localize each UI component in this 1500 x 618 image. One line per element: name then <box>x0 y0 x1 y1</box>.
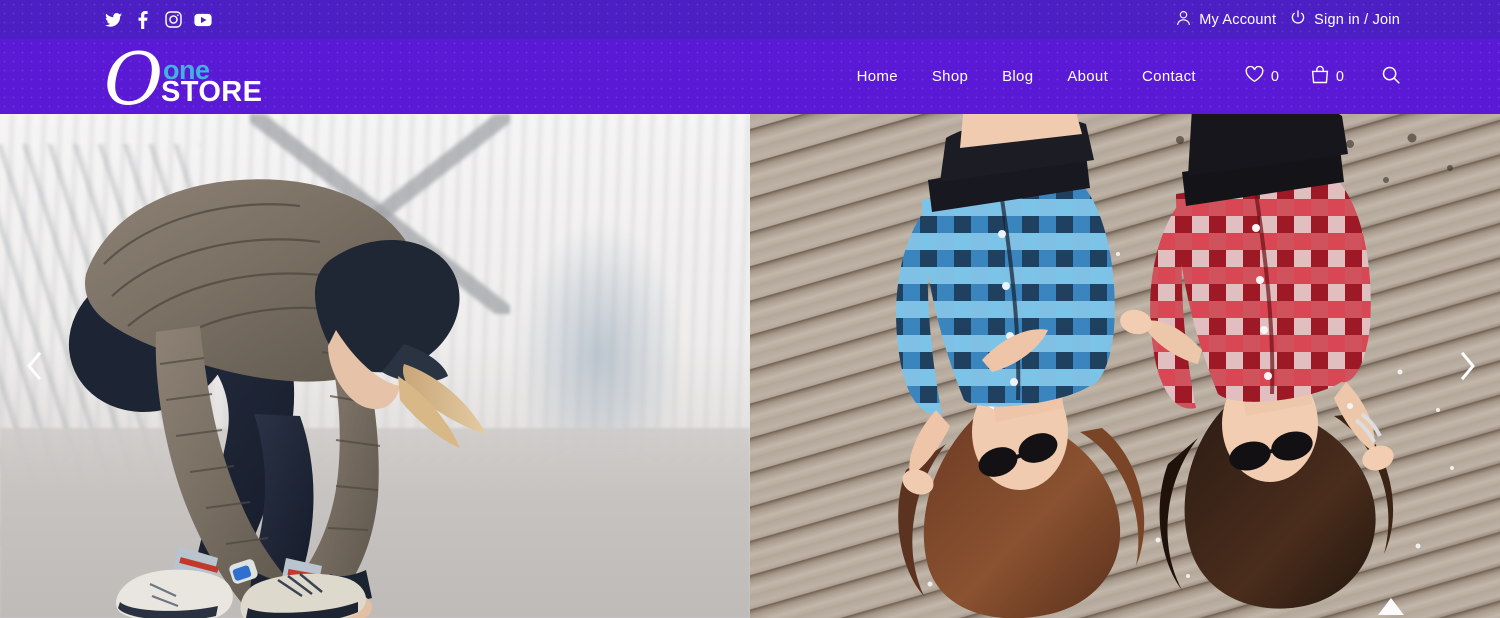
nav-link-home[interactable]: Home <box>857 68 898 85</box>
top-bar-right: My Account Sign in / Join <box>1176 10 1400 30</box>
nav-item-shop[interactable]: Shop <box>915 68 985 86</box>
site-header: O one STORE Home Shop Blog About Contact… <box>0 39 1500 115</box>
nav-item-blog[interactable]: Blog <box>985 68 1050 86</box>
social-links <box>104 10 212 29</box>
heart-icon <box>1245 65 1264 87</box>
main-navigation: Home Shop Blog About Contact 0 0 <box>840 65 1500 88</box>
my-account-label: My Account <box>1199 11 1277 28</box>
nav-item-home[interactable]: Home <box>840 68 915 86</box>
search-icon <box>1382 66 1400 88</box>
hero-slider <box>0 114 1500 618</box>
instagram-icon[interactable] <box>164 11 182 29</box>
nav-link-blog[interactable]: Blog <box>1002 68 1033 85</box>
two-women-figures <box>896 114 1394 618</box>
slider-next-button[interactable] <box>1448 346 1488 386</box>
nav-item-contact[interactable]: Contact <box>1125 68 1213 86</box>
wishlist-button[interactable]: 0 <box>1229 65 1295 87</box>
shopping-bag-icon <box>1311 65 1329 88</box>
search-button[interactable] <box>1360 66 1400 88</box>
youtube-icon[interactable] <box>194 11 212 29</box>
logo-script-mark: O <box>104 36 163 121</box>
nav-link-about[interactable]: About <box>1067 68 1108 85</box>
user-icon <box>1176 10 1191 30</box>
slide-runner[interactable] <box>0 114 750 618</box>
nav-item-about[interactable]: About <box>1050 68 1125 86</box>
facebook-icon[interactable] <box>134 10 152 29</box>
sign-in-join-link[interactable]: Sign in / Join <box>1291 10 1400 29</box>
site-logo[interactable]: O one STORE <box>104 43 262 115</box>
nav-link-shop[interactable]: Shop <box>932 68 968 85</box>
triangle-up-icon[interactable] <box>1378 598 1404 615</box>
storefront-page: My Account Sign in / Join O one STORE Ho… <box>0 0 1500 618</box>
nav-link-contact[interactable]: Contact <box>1142 68 1196 85</box>
top-bar: My Account Sign in / Join <box>0 0 1500 39</box>
wishlist-count: 0 <box>1270 68 1279 85</box>
logo-main-word: STORE <box>161 75 263 108</box>
slide-friends[interactable] <box>750 114 1500 618</box>
my-account-link[interactable]: My Account <box>1176 10 1276 30</box>
cart-count: 0 <box>1335 68 1344 85</box>
runner-figure <box>68 179 486 618</box>
sign-in-join-label: Sign in / Join <box>1314 11 1400 28</box>
power-icon <box>1291 10 1305 29</box>
cart-button[interactable]: 0 <box>1295 65 1360 88</box>
header-actions: 0 0 <box>1229 65 1400 88</box>
twitter-icon[interactable] <box>104 11 122 29</box>
nav-list: Home Shop Blog About Contact <box>840 68 1213 86</box>
slider-prev-button[interactable] <box>14 346 54 386</box>
